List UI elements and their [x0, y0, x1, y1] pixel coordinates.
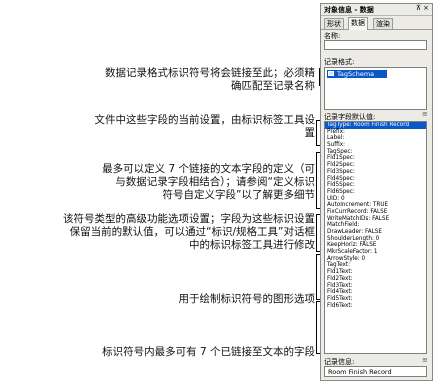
record-default-row[interactable]: TagText: [325, 262, 426, 269]
record-defaults-list[interactable]: TagType: Room Finish Record Prefix: Label:… [324, 121, 427, 354]
record-format-icon [328, 71, 334, 76]
record-defaults-rows: TagType: Room Finish Record Prefix: Label:… [325, 122, 426, 309]
annotation-graphic-options: 用于绘制标识符号的图形选项 [178, 293, 316, 305]
record-default-row[interactable]: Fld2Text: [325, 276, 426, 283]
record-default-row[interactable]: Fld6Spec: [325, 189, 426, 196]
tab-shape[interactable]: 形状 [324, 18, 344, 29]
annotation-advanced-options: 该符号类型的高级功能选项设置；字段为这些标识设置 保留当前的默认值，可以通过“标… [63, 213, 315, 251]
record-format-label: 记录格式: [324, 58, 355, 66]
record-default-row[interactable]: Fld1Text: [325, 269, 426, 276]
record-default-row[interactable]: Suffix: [325, 142, 426, 149]
record-default-row[interactable]: KeepHoriz: FALSE [325, 242, 426, 249]
record-format-item[interactable]: TagSchema [327, 70, 387, 78]
close-icon[interactable]: × [423, 4, 429, 12]
record-default-row[interactable]: ArrowStyle: 0 [325, 256, 426, 263]
annotation-current-settings: 文件中这些字段的当前设置，由标识标签工具设 置 [94, 114, 316, 139]
palette-titlebar[interactable]: 对象信息 - 数据 ⊼ × [321, 4, 432, 16]
bracket-graphic-options [316, 254, 317, 299]
record-default-row[interactable]: Fld3Text: [325, 283, 426, 290]
annotation-linked-text-fields: 标识符号内最多可有 7 个已链接至文本的字段 [102, 346, 315, 358]
bracket-advanced-options [316, 214, 317, 251]
object-info-palette: 对象信息 - 数据 ⊼ × 形状 数据 渲染 名称: 记录格式: TagSche… [320, 3, 433, 381]
record-default-row[interactable]: Fld4Text: [325, 289, 426, 296]
record-default-row[interactable]: FixCurrRecord: FALSE [325, 209, 426, 216]
record-default-row[interactable]: AutoIncrement: TRUE [325, 202, 426, 209]
record-default-row[interactable]: Fld3Spec: [325, 169, 426, 176]
record-format-list[interactable]: TagSchema [324, 67, 427, 110]
record-info-menu-icon[interactable]: ≡ [422, 356, 428, 364]
record-default-row[interactable]: Fld2Spec: [325, 162, 426, 169]
record-info-field[interactable]: Room Finish Record [324, 366, 427, 377]
record-default-row[interactable]: Fld4Spec: [325, 176, 426, 183]
tab-render[interactable]: 渲染 [373, 18, 393, 29]
record-format-item-label: TagSchema [337, 70, 375, 78]
record-default-row[interactable]: Prefix: [325, 129, 426, 136]
bracket-field-definitions [316, 152, 317, 208]
record-default-row[interactable]: Label: [325, 135, 426, 142]
palette-title: 对象信息 - 数据 [324, 6, 374, 14]
record-default-row[interactable]: Fld1Spec: [325, 155, 426, 162]
record-default-row[interactable]: Fld6Text: [325, 303, 426, 310]
bracket-current-settings [316, 120, 317, 145]
tab-data[interactable]: 数据 [348, 17, 368, 30]
record-default-row[interactable]: WriteMatchIDs: FALSE [325, 216, 426, 223]
record-default-row[interactable]: TagSpec: [325, 149, 426, 156]
record-default-row[interactable]: UID: 0 [325, 196, 426, 203]
name-field[interactable] [324, 40, 427, 50]
record-default-row[interactable]: MkrScaleFactor: 1 [325, 249, 426, 256]
annotation-field-definitions: 最多可以定义 7 个链接的文本字段的定义（可 与数据记录字段相结合）；请参阅“定… [102, 163, 315, 201]
bracket-linked-text-fields [316, 301, 317, 353]
annotation-record-format: 数据记录格式标识符号将会链接至此；必须精 确匹配至记录名称 [105, 67, 315, 92]
record-default-row[interactable]: MatchField: [325, 222, 426, 229]
record-default-row[interactable]: Fld5Spec: [325, 182, 426, 189]
record-default-row[interactable]: DrawLeader: FALSE [325, 229, 426, 236]
record-default-row[interactable]: TagType: Room Finish Record [325, 122, 426, 129]
list-menu-icon[interactable]: ≡ [422, 110, 428, 118]
record-default-row[interactable]: Fld5Text: [325, 296, 426, 303]
pin-icon[interactable]: ⊼ [416, 4, 421, 12]
record-default-row[interactable]: ShoulderLength: 0 [325, 236, 426, 243]
palette-tabs: 形状 数据 渲染 [321, 16, 432, 30]
